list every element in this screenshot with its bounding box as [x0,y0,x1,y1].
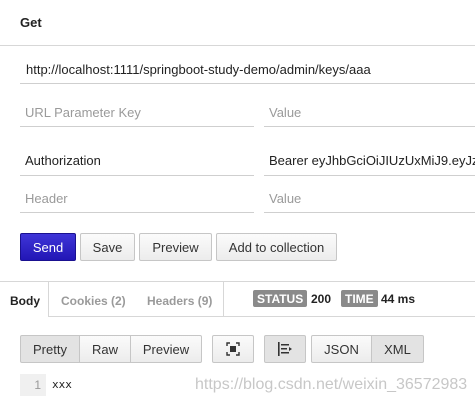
preview-button[interactable]: Preview [139,233,212,261]
raw-view-button[interactable]: Raw [79,335,131,363]
new-header-value-underline [264,212,475,213]
json-format-button[interactable]: JSON [311,335,372,363]
fullscreen-icon [226,342,240,356]
fullscreen-button[interactable] [212,335,254,363]
new-header-value-input[interactable]: Value [269,191,469,206]
header-key-underline [20,175,254,176]
url-input[interactable]: http://localhost:1111/springboot-study-d… [26,62,466,77]
header-divider [0,45,475,46]
request-method-label: Get [20,15,42,30]
header-key-input[interactable]: Authorization [25,153,245,168]
add-to-collection-button[interactable]: Add to collection [216,233,337,261]
status-code: 200 [311,292,332,306]
send-button[interactable]: Send [20,233,76,261]
url-param-value-input[interactable]: Value [269,105,469,120]
tab-headers[interactable]: Headers (9) [147,294,212,308]
time-badge: TIME [341,290,378,307]
url-param-key-input[interactable]: URL Parameter Key [25,105,245,120]
new-header-key-input[interactable]: Header [25,191,245,206]
response-divider [0,281,475,282]
pretty-view-button[interactable]: Pretty [20,335,80,363]
status-badge: STATUS [253,290,308,307]
tab-cookies[interactable]: Cookies (2) [61,294,126,308]
watermark-text: https://blog.csdn.net/weixin_36572983 [195,376,468,393]
header-value-input[interactable]: Bearer eyJhbGciOiJIUzUxMiJ9.eyJzdWIiOiJh… [269,153,475,168]
url-param-key-underline [20,126,254,127]
response-time: 44 ms [381,292,416,306]
new-header-key-underline [20,212,254,213]
url-param-value-underline [264,126,475,127]
response-body-text: xxx [52,378,72,391]
save-button[interactable]: Save [80,233,135,261]
header-value-underline [264,175,475,176]
tabs-bottom-divider [48,316,475,317]
xml-format-button[interactable]: XML [371,335,424,363]
wrap-lines-button[interactable] [264,335,306,363]
wrap-lines-icon [278,342,292,356]
line-number: 1 [20,374,46,396]
tab-body[interactable]: Body [10,294,40,308]
preview-view-button[interactable]: Preview [130,335,202,363]
url-underline [20,83,475,84]
tabs-separator [223,282,224,316]
